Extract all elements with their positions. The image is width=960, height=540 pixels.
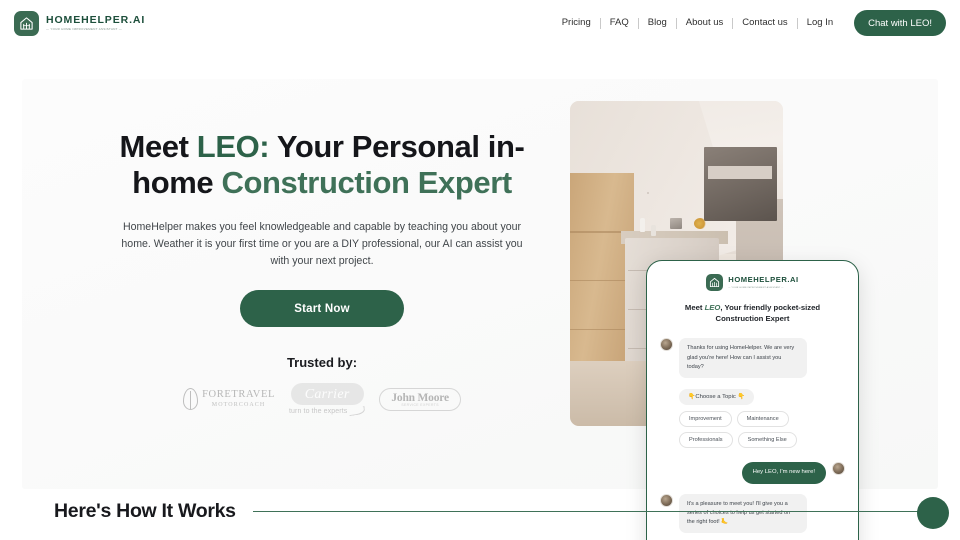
- chat-message-bot: Thanks for using HomeHelper. We are very…: [660, 338, 845, 378]
- hero-copy: Meet LEO: Your Personal in-home Construc…: [97, 129, 547, 417]
- main-nav: Pricing FAQ Blog About us Contact us Log…: [553, 10, 946, 36]
- nav-item-about-us[interactable]: About us: [677, 10, 733, 36]
- chat-with-leo-button[interactable]: Chat with LEO!: [854, 10, 946, 36]
- nav-item-faq[interactable]: FAQ: [601, 10, 638, 36]
- landing-page: HOMEHELPER.AI — YOUR HOME IMPROVEMENT AS…: [0, 0, 960, 540]
- section-title: Here's How It Works: [54, 500, 236, 522]
- logo-tagline: — YOUR HOME IMPROVEMENT ASSISTANT —: [46, 27, 123, 31]
- phone-chat-mockup: HOMEHELPER.AI — YOUR HOME IMPROVEMENT AS…: [646, 260, 859, 540]
- nav-item-pricing[interactable]: Pricing: [553, 10, 600, 36]
- foretravel-emblem-icon: [183, 388, 199, 410]
- foretravel-name: FORETRAVEL: [202, 388, 276, 400]
- partner-logo-carrier: Carrier turn to the experts: [289, 383, 366, 417]
- carrier-name: Carrier: [304, 387, 350, 402]
- choose-a-topic-prompt: 👇Choose a Topic 👇: [679, 388, 754, 405]
- pointing-down-icon: 👇: [737, 393, 745, 400]
- house-logo-icon: [14, 11, 39, 36]
- site-logo[interactable]: HOMEHELPER.AI — YOUR HOME IMPROVEMENT AS…: [14, 11, 145, 36]
- phone-intro-after: , Your friendly pocket-sized Constructio…: [715, 303, 821, 324]
- topic-chip-group: Improvement Maintenance Professionals So…: [679, 410, 829, 448]
- carrier-sub-wrap: turn to the experts: [289, 405, 366, 417]
- start-now-button[interactable]: Start Now: [240, 290, 404, 327]
- page-title: Meet LEO: Your Personal in-home Construc…: [97, 129, 547, 202]
- carrier-sub: turn to the experts: [289, 407, 348, 415]
- user-avatar: [832, 461, 845, 475]
- phone-logo: HOMEHELPER.AI — YOUR HOME IMPROVEMENT AS…: [647, 274, 858, 291]
- headline-leo: LEO:: [196, 129, 270, 164]
- hero-subcopy: HomeHelper makes you feel knowledgeable …: [121, 220, 523, 267]
- how-it-works-header: Here's How It Works: [54, 500, 944, 523]
- floating-chat-button[interactable]: [917, 497, 949, 529]
- hero-cta-row: Start Now: [97, 290, 547, 327]
- phone-logo-name: HOMEHELPER.AI: [728, 275, 799, 284]
- section-divider: [252, 510, 944, 513]
- headline-green: Construction Expert: [221, 165, 512, 201]
- nav-item-blog[interactable]: Blog: [639, 10, 676, 36]
- chat-bubble-text: Thanks for using HomeHelper. We are very…: [679, 338, 807, 378]
- house-logo-icon: [706, 274, 724, 291]
- hero-section: Meet LEO: Your Personal in-home Construc…: [22, 79, 938, 540]
- topic-chip-professionals[interactable]: Professionals: [679, 431, 733, 448]
- topic-chip-maintenance[interactable]: Maintenance: [736, 410, 789, 427]
- phone-intro-before: Meet: [684, 303, 705, 312]
- carrier-swoosh-icon: [348, 405, 366, 417]
- choose-a-topic-label: Choose a Topic: [695, 393, 736, 400]
- topic-chip-improvement[interactable]: Improvement: [679, 410, 732, 427]
- headline-part1: Meet: [119, 129, 197, 164]
- chat-bubble-text: Hey LEO, I'm new here!: [741, 461, 826, 484]
- carrier-pill: Carrier: [290, 383, 364, 405]
- foretravel-sub: MOTORCOACH: [211, 402, 266, 409]
- phone-intro-leo: LEO: [704, 303, 721, 312]
- phone-intro-text: Meet LEO, Your friendly pocket-sized Con…: [667, 302, 838, 324]
- logo-name: HOMEHELPER.AI: [46, 14, 146, 26]
- nav-item-contact-us[interactable]: Contact us: [733, 10, 796, 36]
- site-header: HOMEHELPER.AI — YOUR HOME IMPROVEMENT AS…: [0, 0, 960, 47]
- trusted-by-label: Trusted by:: [286, 355, 358, 370]
- partner-logo-john-moore: John Moore SERVICE EXPERTS: [379, 387, 461, 411]
- topic-chip-something-else[interactable]: Something Else: [737, 431, 797, 448]
- partner-logos: FORETRAVEL MOTORCOACH Carrier turn to th…: [97, 383, 547, 417]
- nav-item-log-in[interactable]: Log In: [798, 10, 842, 36]
- partner-logo-foretravel: FORETRAVEL MOTORCOACH: [183, 388, 275, 410]
- chat-message-user: Hey LEO, I'm new here!: [660, 461, 845, 484]
- bot-avatar: [660, 338, 673, 352]
- john-moore-sub: SERVICE EXPERTS: [401, 402, 439, 407]
- phone-logo-tagline: — YOUR HOME IMPROVEMENT ASSISTANT —: [728, 287, 784, 289]
